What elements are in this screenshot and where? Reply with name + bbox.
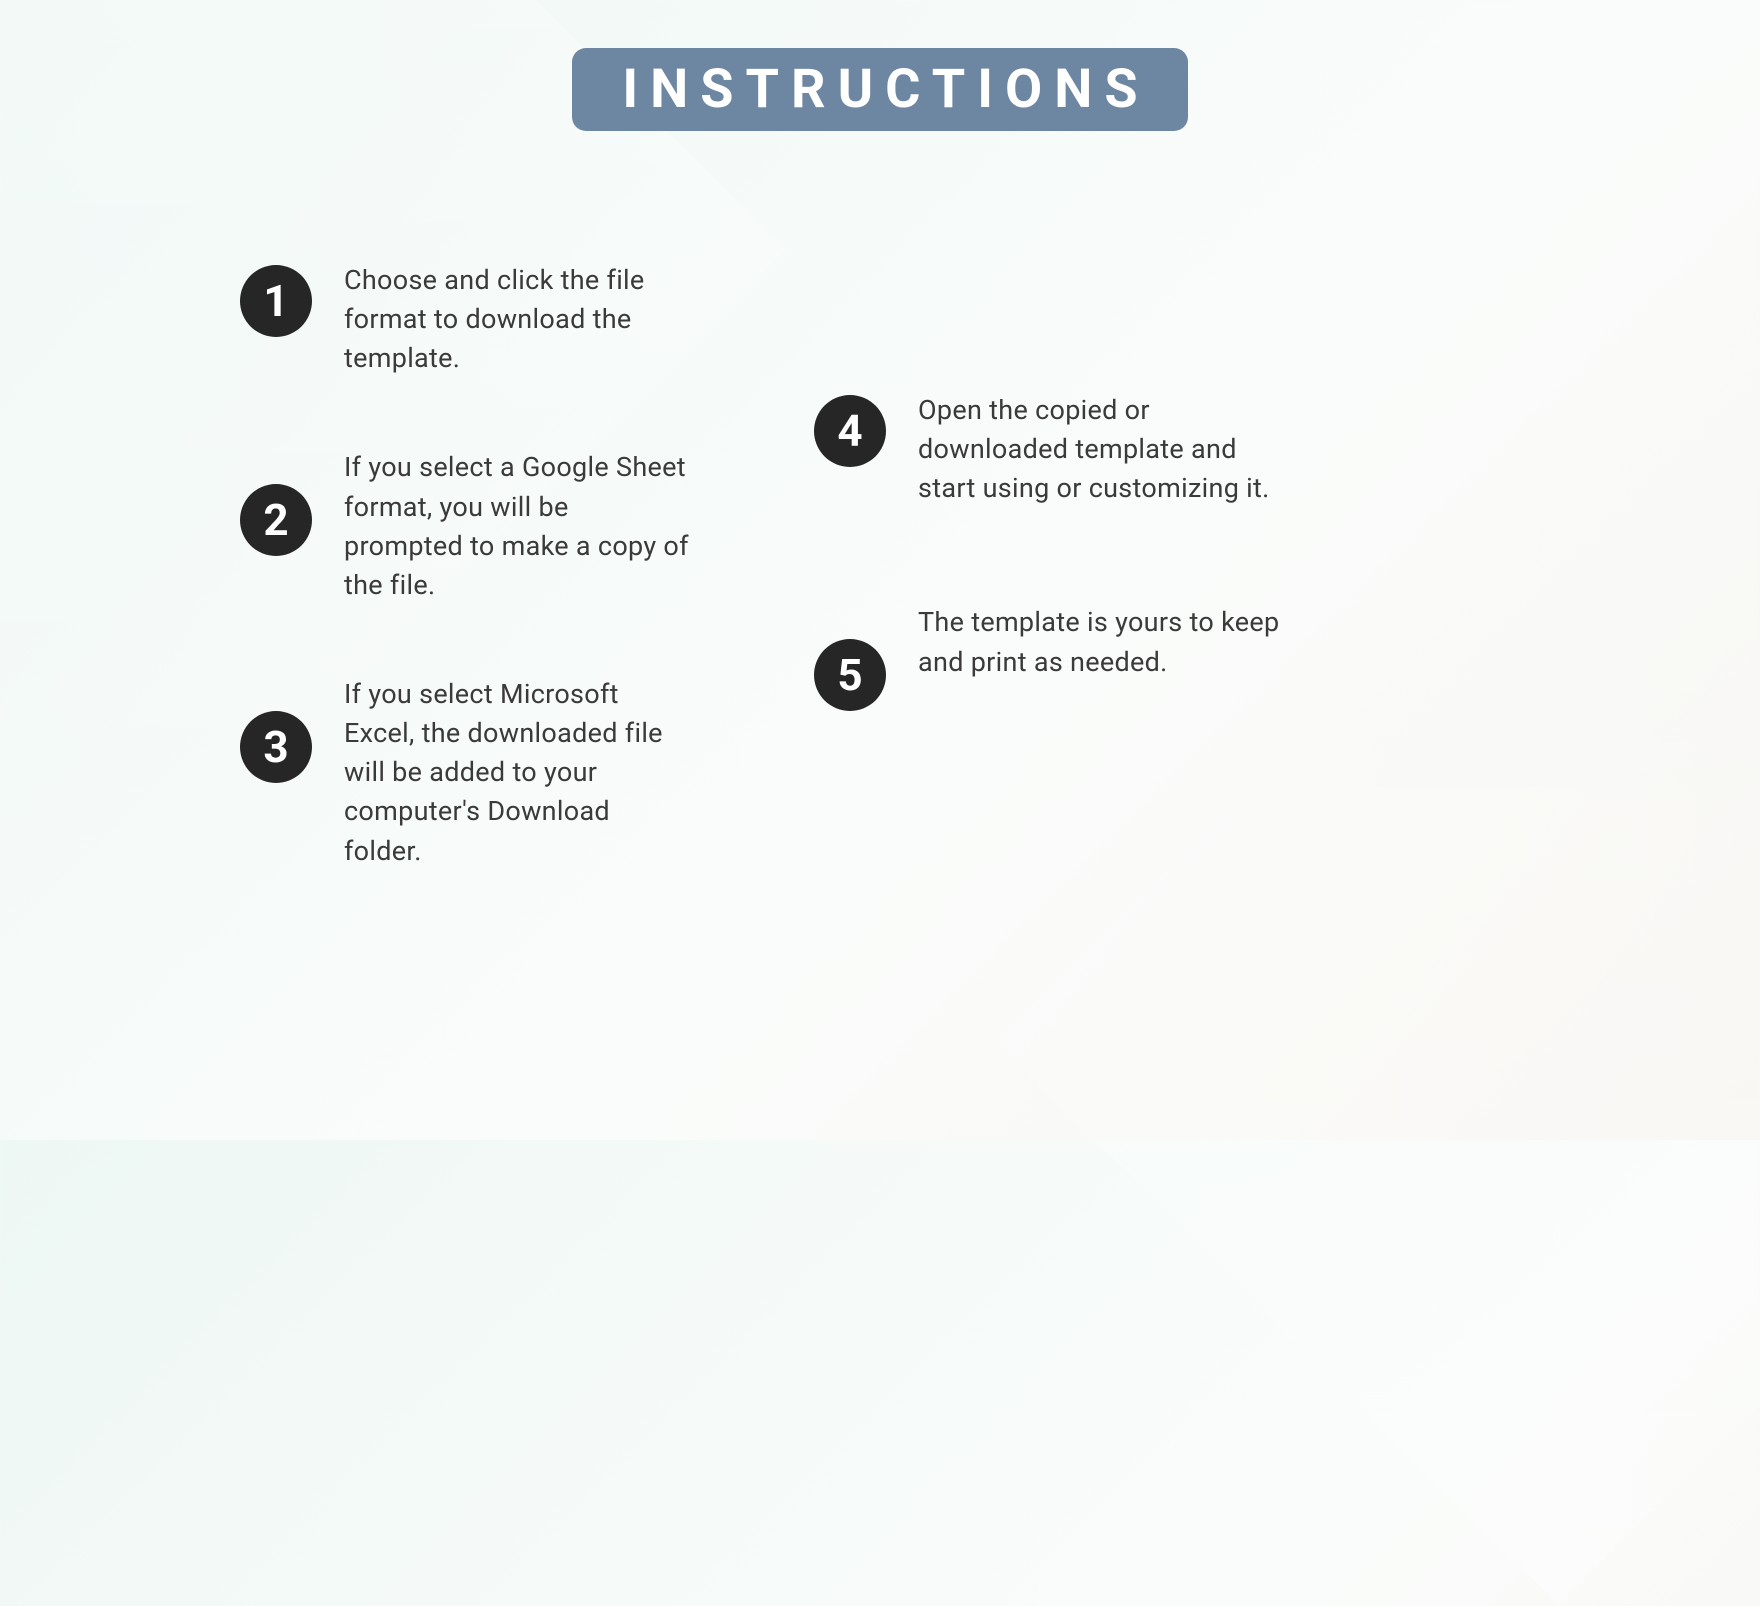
steps-column-left: 1 Choose and click the file format to do…	[240, 261, 694, 871]
step-text: If you select a Google Sheet format, you…	[344, 448, 694, 605]
instruction-step: 3 If you select Microsoft Excel, the dow…	[240, 675, 694, 871]
step-text: Choose and click the file format to down…	[344, 261, 694, 378]
step-number-badge: 5	[814, 639, 886, 711]
instruction-step: 1 Choose and click the file format to do…	[240, 261, 694, 378]
step-number-badge: 2	[240, 484, 312, 556]
step-text: If you select Microsoft Excel, the downl…	[344, 675, 694, 871]
instruction-step: 2 If you select a Google Sheet format, y…	[240, 448, 694, 605]
content-area: 1 Choose and click the file format to do…	[0, 131, 1760, 871]
step-text: Open the copied or downloaded template a…	[918, 391, 1288, 508]
header: INSTRUCTIONS	[0, 0, 1760, 131]
instruction-step: 5 The template is yours to keep and prin…	[814, 603, 1288, 711]
step-text: The template is yours to keep and print …	[918, 603, 1288, 681]
step-number-badge: 3	[240, 711, 312, 783]
steps-column-right: 4 Open the copied or downloaded template…	[814, 261, 1288, 871]
step-number-badge: 4	[814, 395, 886, 467]
step-number-badge: 1	[240, 265, 312, 337]
instruction-step: 4 Open the copied or downloaded template…	[814, 391, 1288, 508]
page-title: INSTRUCTIONS	[572, 48, 1187, 131]
